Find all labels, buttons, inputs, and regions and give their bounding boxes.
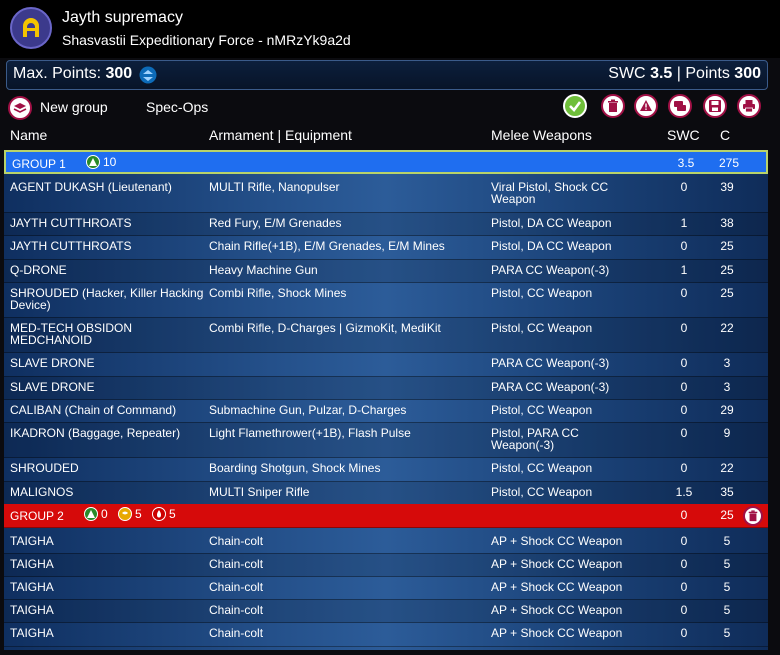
max-points-toggle-icon[interactable] (139, 66, 157, 84)
warning-icon[interactable] (634, 94, 658, 118)
regular-order-icon (86, 155, 100, 169)
max-points-value: 300 (105, 65, 133, 82)
group-2-cost: 25 (720, 508, 734, 522)
impetuous-order-icon (152, 507, 166, 521)
col-swc: SWC (667, 127, 700, 143)
unit-row[interactable]: SLAVE DRONE PARA CC Weapon(-3) 0 3 (4, 352, 768, 377)
print-icon[interactable] (737, 94, 761, 118)
unit-row[interactable]: JAYTH CUTTHROATS Red Fury, E/M Grenades … (4, 212, 768, 236)
unit-row[interactable]: SHROUDED Boarding Shotgun, Shock Mines P… (4, 457, 768, 482)
group-2-regular-orders: 0 (84, 507, 108, 521)
delete-group-icon[interactable] (743, 506, 763, 526)
unit-row[interactable]: CALIBAN (Chain of Command) Submachine Gu… (4, 399, 768, 423)
group-2-label: GROUP 2 (10, 509, 64, 523)
toolbar: New group Spec-Ops (0, 90, 780, 124)
unit-row[interactable]: SLAVE DRONE PARA CC Weapon(-3) 0 3 (4, 376, 768, 400)
trash-icon[interactable] (601, 94, 625, 118)
unit-row[interactable]: AGENT DUKASH (Lieutenant) MULTI Rifle, N… (4, 176, 768, 213)
column-headers: Name Armament | Equipment Melee Weapons … (0, 126, 780, 148)
unit-row[interactable]: TAIGHA Chain-colt AP + Shock CC Weapon 0… (4, 553, 768, 577)
new-group-button[interactable]: New group (40, 99, 108, 115)
header: Jayth supremacy Shasvastii Expeditionary… (0, 0, 780, 58)
summary-separator: | (676, 65, 681, 82)
unit-row[interactable]: Q-DRONE Heavy Machine Gun PARA CC Weapon… (4, 259, 768, 283)
unit-row[interactable]: SHROUDED (Hacker, Killer Hacking Device)… (4, 282, 768, 318)
check-icon[interactable] (563, 94, 587, 118)
list-subtitle: Shasvastii Expeditionary Force - nMRzYk9… (62, 32, 351, 48)
col-cost: C (720, 127, 731, 143)
unit-row[interactable]: MALIGNOS MULTI Sniper Rifle Pistol, CC W… (4, 481, 768, 505)
max-points-label: Max. Points: (13, 65, 102, 82)
group-1-header[interactable]: GROUP 1 10 3.5 275 (4, 150, 768, 174)
unit-row[interactable]: TAIGHA Chain-colt AP + Shock CC Weapon 0… (4, 576, 768, 600)
unit-row[interactable]: JAYTH CUTTHROATS Chain Rifle(+1B), E/M G… (4, 235, 768, 260)
army-list-app: Jayth supremacy Shasvastii Expeditionary… (0, 0, 780, 655)
unit-row[interactable]: MED-TECH OBSIDON MEDCHANOID Combi Rifle,… (4, 317, 768, 353)
regular-order-icon (84, 507, 98, 521)
spec-ops-button[interactable]: Spec-Ops (146, 99, 208, 115)
group-1-cost: 275 (718, 156, 740, 170)
col-melee: Melee Weapons (491, 127, 592, 143)
group-2-irregular-orders: 5 (118, 507, 142, 521)
points-bar: Max. Points: 300 SWC 3.5 | Points 300 (6, 60, 768, 90)
group-2-swc: 0 (680, 508, 688, 522)
irregular-order-icon (118, 507, 132, 521)
points-value: 300 (734, 65, 761, 82)
group-2-impetuous-orders: 5 (152, 507, 176, 521)
max-points: Max. Points: 300 (13, 65, 132, 83)
list-title: Jayth supremacy (62, 9, 183, 26)
swc-points-summary: SWC 3.5 | Points 300 (608, 65, 761, 83)
army-table: GROUP 1 10 3.5 275 AGENT DUKASH (Lieuten… (4, 150, 768, 650)
swc-value: 3.5 (650, 65, 673, 82)
faction-logo-icon (10, 7, 52, 49)
group-1-regular-orders: 10 (86, 155, 116, 169)
swc-label: SWC (608, 65, 646, 82)
col-armament: Armament | Equipment (209, 127, 352, 143)
unit-row[interactable]: TAIGHA Chain-colt AP + Shock CC Weapon 0… (4, 530, 768, 554)
unit-row[interactable]: TAIGHA Chain-colt AP + Shock CC Weapon 0… (4, 622, 768, 647)
chat-icon[interactable] (668, 94, 692, 118)
group-1-label: GROUP 1 (12, 157, 66, 171)
save-icon[interactable] (703, 94, 727, 118)
group-2-header[interactable]: GROUP 2 0 5 5 0 25 (4, 504, 768, 528)
new-group-icon[interactable] (8, 96, 32, 120)
unit-row[interactable]: IKADRON (Baggage, Repeater) Light Flamet… (4, 422, 768, 458)
points-label: Points (685, 65, 730, 82)
col-name: Name (10, 127, 48, 143)
unit-row[interactable]: TAIGHA Chain-colt AP + Shock CC Weapon 0… (4, 599, 768, 623)
group-1-swc: 3.5 (677, 156, 695, 170)
